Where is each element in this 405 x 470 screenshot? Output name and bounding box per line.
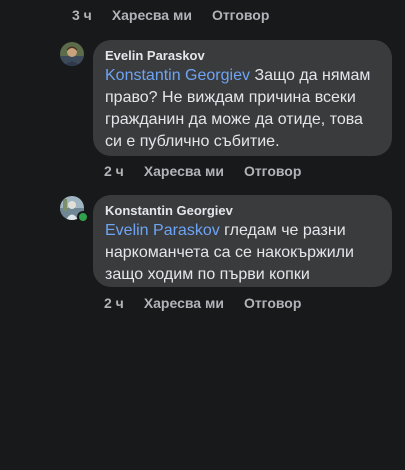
comment-text: Evelin Paraskov гледам че разни наркоман…: [105, 220, 380, 286]
mention-link[interactable]: Evelin Paraskov: [105, 222, 220, 239]
comment-author[interactable]: Evelin Paraskov: [105, 47, 380, 65]
comment-timestamp: 2 ч: [104, 295, 124, 311]
comment-bubble: Konstantin Georgiev Evelin Paraskov глед…: [93, 195, 392, 287]
comment-timestamp: 2 ч: [104, 163, 124, 179]
comment-text: Konstantin Georgiev Защо да нямам право?…: [105, 65, 380, 153]
comment-timestamp: 3 ч: [72, 7, 92, 23]
reply-button[interactable]: Отговор: [244, 163, 301, 179]
comment-bubble: Evelin Paraskov Konstantin Georgiev Защо…: [93, 40, 392, 156]
reply-button[interactable]: Отговор: [212, 7, 269, 23]
top-comment-actions: 3 ч Харесва ми Отговор: [72, 7, 269, 23]
like-button[interactable]: Харесва ми: [144, 163, 224, 179]
comment-actions: 2 ч Харесва ми Отговор: [104, 163, 301, 179]
like-button[interactable]: Харесва ми: [144, 295, 224, 311]
comment-actions: 2 ч Харесва ми Отговор: [104, 295, 301, 311]
online-dot-icon: [77, 211, 89, 223]
reply-button[interactable]: Отговор: [244, 295, 301, 311]
avatar-evelin[interactable]: [60, 42, 84, 66]
like-button[interactable]: Харесва ми: [112, 7, 192, 23]
comment-author[interactable]: Konstantin Georgiev: [105, 202, 380, 220]
mention-link[interactable]: Konstantin Georgiev: [105, 67, 250, 84]
avatar-photo-icon: [60, 42, 84, 66]
